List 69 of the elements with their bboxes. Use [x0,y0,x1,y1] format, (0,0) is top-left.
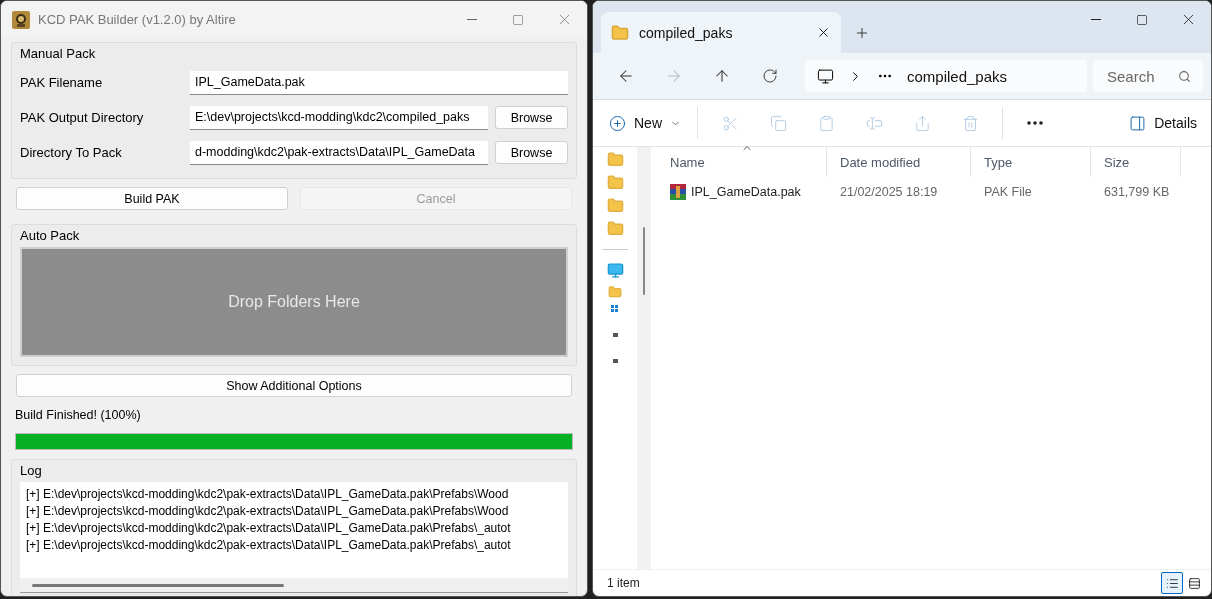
folder-icon[interactable] [606,151,624,168]
group-title: Manual Pack [20,45,97,63]
column-header[interactable]: Size [1091,147,1181,177]
refresh-icon [762,68,778,84]
new-button[interactable]: New [607,107,687,139]
log-line: [+] E:\dev\projects\kcd-modding\kdc2\pak-extracts\Data\IPL_GameData.pak\Prefabs\Wood [26,486,510,503]
folder-icon[interactable] [606,197,624,214]
rename-icon [865,114,883,132]
cut-icon [721,114,739,132]
column-header[interactable]: Name [657,147,827,177]
breadcrumb-item[interactable]: compiled_paks [907,67,1008,85]
field-label: PAK Output Directory [20,110,145,125]
close-tab-icon[interactable] [816,25,831,40]
column-header[interactable]: Date modified [827,147,971,177]
window-title: KCD PAK Builder (v1.2.0) by Altire [38,12,237,27]
field-label: Directory To Pack [20,145,123,160]
build-button[interactable]: Build PAK [16,187,288,210]
scrollbar-thumb[interactable] [643,227,645,295]
file-name-cell[interactable]: IPL_GameData.pak [657,184,827,200]
drive-icon[interactable] [612,333,618,337]
input-field[interactable]: E:\dev\projects\kcd-modding\kdc2\compiled_paks [190,105,488,130]
plus-icon [609,114,626,132]
maximize-icon [512,13,524,26]
app-icon [12,10,30,29]
log-line: [+] E:\dev\projects\kcd-modding\kdc2\pak-extracts\Data\IPL_GameData.pak\Prefabs\Wood [26,503,510,520]
browse-button[interactable]: Browse [495,141,568,164]
table-cell-text: 631,799 KB [1103,185,1171,199]
folder-icon[interactable] [606,174,624,191]
browse-button[interactable]: Browse [495,106,568,129]
folder-icon [611,23,629,42]
table-cell-text: 21/02/2025 18:19 [839,185,939,199]
copy-icon [769,114,787,132]
maximize-icon [1136,13,1148,26]
group-title: Log [20,462,43,480]
log-line: [+] E:\dev\projects\kcd-modding\kdc2\pak-extracts\Data\IPL_GameData.pak\Prefabs\_autot [26,520,512,537]
log-line: [+] E:\dev\projects\kcd-modding\kdc2\pak-extracts\Data\IPL_GameData.pak\Prefabs\_autot [26,537,512,554]
minimize-icon [467,19,477,20]
grid-icon[interactable] [611,305,619,315]
field-label: PAK Filename [20,75,104,90]
details-view-icon [1165,576,1179,590]
details-button[interactable]: Details [1121,107,1205,139]
search-field[interactable]: Search [1093,60,1203,92]
status-text: Build Finished! (100%) [15,408,142,422]
folder-tab[interactable]: compiled_paks [601,12,841,53]
monitor-icon[interactable] [606,262,624,279]
archive-icon [670,184,686,200]
column-header[interactable]: Type [971,147,1091,177]
panel-icon [1129,114,1147,132]
more-icon [1027,121,1043,125]
search-icon [1178,69,1191,83]
options-button[interactable]: Show Additional Options [16,374,572,397]
share-icon [913,114,931,132]
item-count: 1 item [607,576,641,590]
scrollbar-thumb[interactable] [32,583,284,587]
details-view-button[interactable] [1161,572,1183,594]
forward-arrow-icon [665,67,683,85]
folder-icon[interactable] [608,285,622,299]
tiles-view-icon [1187,576,1201,590]
input-field[interactable]: d-modding\kdc2\pak-extracts\Data\IPL_GameData [190,140,488,165]
minimize-icon [1091,19,1101,20]
input-field[interactable]: IPL_GameData.pak [190,70,568,95]
address-bar[interactable]: compiled_paks [805,60,1087,92]
group-title: Auto Pack [20,227,81,245]
paste-icon [817,114,835,132]
delete-icon [961,114,979,132]
drive-icon[interactable] [612,359,618,363]
monitor-icon [817,67,834,85]
folder-icon[interactable] [606,220,624,237]
table-cell-text: PAK File [983,185,1033,199]
